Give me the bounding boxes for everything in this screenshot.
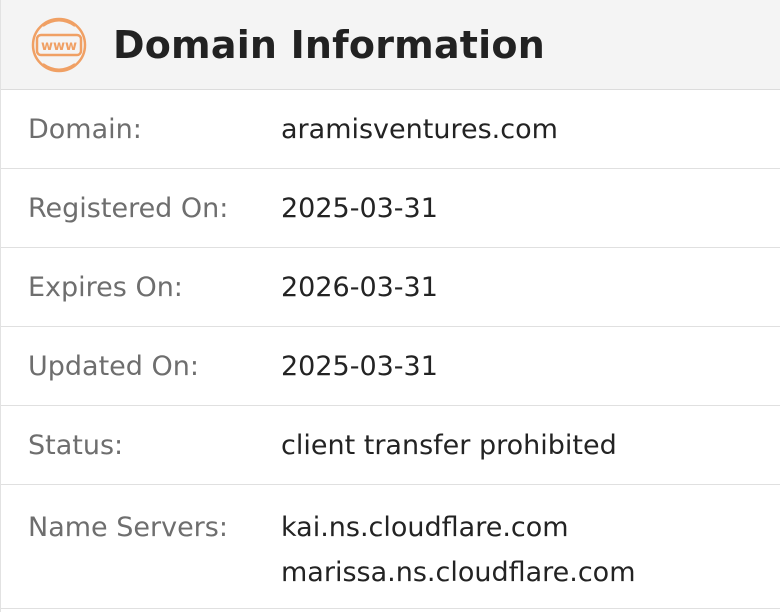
info-row-updated-on: Updated On: 2025-03-31 <box>1 327 780 406</box>
card-header: www Domain Information <box>1 0 780 90</box>
info-row-name-servers: Name Servers: kai.ns.cloudflare.com mari… <box>1 485 780 609</box>
info-row-registered-on: Registered On: 2025-03-31 <box>1 169 780 248</box>
info-row-expires-on: Expires On: 2026-03-31 <box>1 248 780 327</box>
name-server-item: kai.ns.cloudflare.com <box>281 512 569 543</box>
row-value: aramisventures.com <box>281 113 558 145</box>
row-label: Updated On: <box>28 350 199 382</box>
name-server-list: kai.ns.cloudflare.com marissa.ns.cloudfl… <box>281 505 636 595</box>
info-row-status: Status: client transfer prohibited <box>1 406 780 485</box>
svg-text:www: www <box>41 39 77 54</box>
name-server-item: marissa.ns.cloudflare.com <box>281 557 636 588</box>
www-icon: www <box>31 17 87 73</box>
row-label: Status: <box>28 429 124 461</box>
row-value: 2026-03-31 <box>281 271 438 303</box>
row-label: Domain: <box>28 113 142 145</box>
domain-information-card: www Domain Information Domain: aramisven… <box>0 0 780 612</box>
info-row-domain: Domain: aramisventures.com <box>1 90 780 169</box>
row-value: client transfer prohibited <box>281 429 617 461</box>
row-label: Expires On: <box>28 271 183 303</box>
row-value: 2025-03-31 <box>281 350 438 382</box>
row-label: Name Servers: <box>28 512 228 543</box>
row-value: 2025-03-31 <box>281 192 438 224</box>
page-title: Domain Information <box>113 22 545 67</box>
row-label: Registered On: <box>28 192 229 224</box>
